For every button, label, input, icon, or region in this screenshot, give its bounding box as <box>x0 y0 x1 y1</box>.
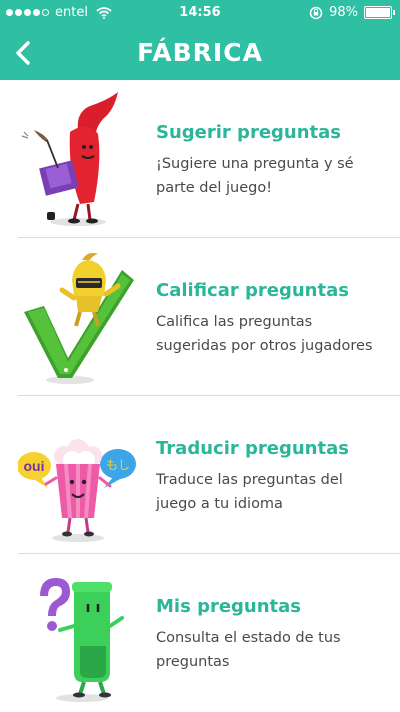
bubble-left-text: oui <box>24 458 45 474</box>
back-button[interactable] <box>8 34 44 72</box>
checkmark-knight-icon <box>24 252 134 384</box>
menu-item-title: Mis preguntas <box>156 596 302 617</box>
menu-item-title: Calificar preguntas <box>156 280 349 301</box>
menu-item-description: Califica las preguntas sugeridas por otr… <box>156 314 373 354</box>
nav-bar: FÁBRICA <box>0 26 400 80</box>
menu-item-suggest-questions[interactable]: Sugerir preguntas ¡Sugiere una pregunta … <box>0 80 400 238</box>
battery-percent: 98% <box>329 5 358 20</box>
red-brush-writer-icon <box>21 92 118 226</box>
menu-item-translate-questions[interactable]: oui もし Traducir preguntas Traduce las pr… <box>0 396 400 554</box>
rotation-lock-icon <box>309 6 323 19</box>
translator-popcorn-icon: oui もし <box>18 439 136 542</box>
menu-item-rate-questions[interactable]: Calificar preguntas Califica las pregunt… <box>0 238 400 396</box>
page-title: FÁBRICA <box>137 38 263 67</box>
menu-item-title: Sugerir preguntas <box>156 122 342 143</box>
status-bar: entel 14:56 98% <box>0 0 400 26</box>
menu-item-description: Traduce las preguntas del juego a tu idi… <box>156 472 343 512</box>
menu-item-title: Traducir preguntas <box>156 438 349 459</box>
status-right: 98% <box>309 5 395 20</box>
bubble-right-text: もし <box>106 458 130 472</box>
green-question-character-icon <box>40 578 124 702</box>
battery-fill <box>366 8 390 17</box>
menu-item-my-questions[interactable]: Mis preguntas Consulta el estado de tus … <box>0 554 400 712</box>
factory-menu-list: Sugerir preguntas ¡Sugiere una pregunta … <box>0 80 400 712</box>
chevron-left-icon <box>16 41 30 65</box>
menu-item-description: Consulta el estado de tus preguntas <box>156 630 341 670</box>
battery-icon <box>364 6 395 19</box>
menu-item-description: ¡Sugiere una pregunta y sé parte del jue… <box>156 156 354 196</box>
